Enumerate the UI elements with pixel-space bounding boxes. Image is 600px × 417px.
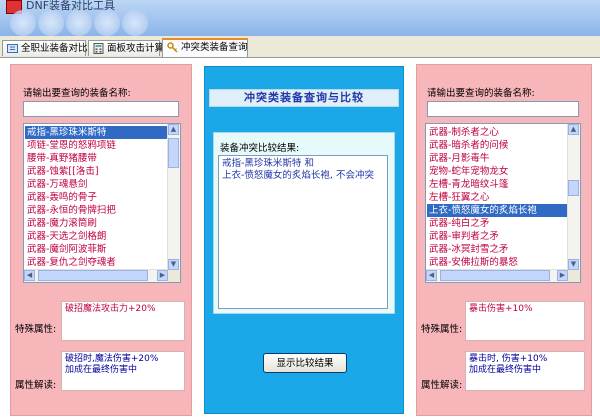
right-prompt-label: 请输出要查询的装备名称: [427,88,535,99]
right-explain-label: 属性解读: [421,380,463,391]
compare-title: 冲突类装备查询与比较 [209,89,399,107]
list-item[interactable]: 武器-轰鸣的骨子 [25,191,167,204]
left-vertical-scrollbar[interactable]: ▲ ▼ [167,124,180,270]
tab-conflict-query[interactable]: 冲突类装备查询 [162,38,248,57]
calculator-icon [93,43,104,54]
decorative-bubble [94,10,120,36]
list-item[interactable]: 武器-万魂悬剑 [25,178,167,191]
scroll-up-icon[interactable]: ▲ [168,124,179,135]
left-list-items: 戒指-黑珍珠米斯特 项链-堂恩的怒鸦项链 腰带-真野猪腰带 武器-蚀紫[[洛击] 武器-… [25,126,167,282]
compare-result-text[interactable]: 戒指-黑珍珠米斯特 和 上衣-愤怒魔女的炙焰长袍, 不会冲突 [218,155,388,309]
list-item[interactable]: 左槽-青龙暗纹斗篷 [427,178,567,191]
show-compare-button[interactable]: 显示比较结果 [263,353,347,373]
right-horizontal-scrollbar[interactable]: ◀ ▶ [426,269,568,282]
decorative-bubble [122,10,148,36]
decorative-bubble [10,10,36,36]
decorative-bubble [66,10,92,36]
left-explain-label: 属性解读: [15,380,57,391]
list-item[interactable]: 武器-安佛拉斯的暴怒 [427,256,567,269]
right-special-label: 特殊属性: [421,324,463,335]
list-item[interactable]: 左槽-狂翼之心 [427,191,567,204]
left-search-input[interactable] [23,101,179,117]
scroll-up-icon[interactable]: ▲ [568,124,579,135]
list-item[interactable]: 武器-暗杀者的问候 [427,139,567,152]
right-vertical-scrollbar[interactable]: ▲ ▼ [567,124,580,270]
scroll-left-icon[interactable]: ◀ [24,270,35,281]
right-attribute-explanation: 暴击时, 伤害+10% 加成在最终伤害中 [465,351,585,391]
list-item[interactable]: 宠物-蛇年宠物龙女 [427,165,567,178]
tab-label: 全职业装备对比 [21,43,88,54]
list-item[interactable]: 武器-魔力滚筒刷 [25,217,167,230]
tab-panel-attack[interactable]: 面板攻击计算 [88,40,164,56]
left-horizontal-scrollbar[interactable]: ◀ ▶ [24,269,168,282]
scroll-thumb[interactable] [440,270,550,281]
list-item[interactable]: 腰带-真野猪腰带 [25,152,167,165]
left-equipment-panel: 请输出要查询的装备名称: 戒指-黑珍珠米斯特 项链-堂恩的怒鸦项链 腰带-真野猪腰带… [10,64,192,416]
tab-bar: 全职业装备对比 面板攻击计算 冲突类装备查询 [0,37,600,58]
list-item[interactable]: 上衣-愤怒魔女的炙焰长袍 [427,204,567,217]
list-item[interactable]: 武器-天选之剑格朗 [25,230,167,243]
tab-class-compare[interactable]: 全职业装备对比 [2,40,88,56]
list-item[interactable]: 武器-永恒的骨牌扫把 [25,204,167,217]
scroll-thumb[interactable] [38,270,148,281]
compare-result-label: 装备冲突比较结果: [220,143,300,154]
title-bar: DNF装备对比工具 [0,0,600,36]
list-item[interactable]: 武器-制杀者之心 [427,126,567,139]
left-special-attribute: 破招魔法攻击力+20% [61,301,185,341]
right-equipment-panel: 请输出要查询的装备名称: 武器-制杀者之心 武器-暗杀者的问候 武器-月影毒牛 宠物-… [416,64,592,416]
list-item[interactable]: 武器-复仇之剑夺魂者 [25,256,167,269]
tab-label: 冲突类装备查询 [181,42,248,53]
tab-label: 面板攻击计算 [107,43,165,54]
compare-icon [7,44,18,53]
scroll-corner [568,270,580,282]
scroll-right-icon[interactable]: ▶ [557,270,568,281]
scroll-thumb[interactable] [568,180,579,196]
key-icon [167,42,178,53]
left-special-label: 特殊属性: [15,324,57,335]
right-special-attribute: 暴击伤害+10% [465,301,585,341]
list-item[interactable]: 武器-月影毒牛 [427,152,567,165]
left-equipment-list[interactable]: 戒指-黑珍珠米斯特 项链-堂恩的怒鸦项链 腰带-真野猪腰带 武器-蚀紫[[洛击] 武器-… [23,123,181,283]
list-item[interactable]: 项链-堂恩的怒鸦项链 [25,139,167,152]
list-item[interactable]: 武器-冰冥封雪之矛 [427,243,567,256]
decorative-bubble [38,10,64,36]
left-attribute-explanation: 破招时,魔法伤害+20% 加成在最终伤害中 [61,351,185,391]
list-item[interactable]: 武器-纯白之矛 [427,217,567,230]
list-item[interactable]: 武器-审判者之矛 [427,230,567,243]
scroll-down-icon[interactable]: ▼ [168,259,179,270]
scroll-down-icon[interactable]: ▼ [568,259,579,270]
conflict-compare-panel: 冲突类装备查询与比较 装备冲突比较结果: 戒指-黑珍珠米斯特 和 上衣-愤怒魔女… [204,66,404,414]
list-item[interactable]: 武器-蚀紫[[洛击] [25,165,167,178]
list-item[interactable]: 戒指-黑珍珠米斯特 [25,126,167,139]
compare-result-group: 装备冲突比较结果: 戒指-黑珍珠米斯特 和 上衣-愤怒魔女的炙焰长袍, 不会冲突 [213,132,395,314]
left-prompt-label: 请输出要查询的装备名称: [23,88,131,99]
right-list-items: 武器-制杀者之心 武器-暗杀者的问候 武器-月影毒牛 宠物-蛇年宠物龙女 左槽-青龙暗纹… [427,126,567,282]
list-item[interactable]: 武器-魔剑阿波菲斯 [25,243,167,256]
right-equipment-list[interactable]: 武器-制杀者之心 武器-暗杀者的问候 武器-月影毒牛 宠物-蛇年宠物龙女 左槽-青龙暗纹… [425,123,581,283]
scroll-right-icon[interactable]: ▶ [157,270,168,281]
scroll-left-icon[interactable]: ◀ [426,270,437,281]
tab-content: 请输出要查询的装备名称: 戒指-黑珍珠米斯特 项链-堂恩的怒鸦项链 腰带-真野猪腰带… [0,58,600,417]
scroll-corner [168,270,180,282]
right-search-input[interactable] [427,101,579,117]
scroll-thumb[interactable] [168,138,179,168]
